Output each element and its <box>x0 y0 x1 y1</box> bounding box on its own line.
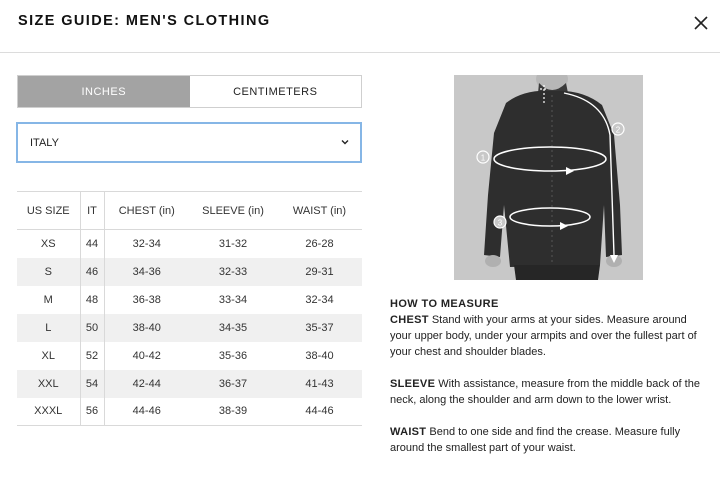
size-table: US SIZE IT CHEST (in) SLEEVE (in) WAIST … <box>17 191 362 426</box>
waist-instructions: WAIST Bend to one side and find the crea… <box>390 424 710 456</box>
us-size-cell: XL <box>41 349 55 362</box>
sleeve-cell: 34-35 <box>189 313 277 342</box>
table-row: L 50 38-40 34-35 35-37 <box>17 313 362 342</box>
column-header-us-size: US SIZE <box>17 191 80 230</box>
us-size-cell: XXXL <box>17 397 80 426</box>
waist-cell: 35-37 <box>277 313 362 342</box>
chest-cell: 44-46 <box>103 397 189 426</box>
unit-toggle: INCHES CENTIMETERS <box>17 75 362 108</box>
marker-2-label: 2 <box>616 126 621 135</box>
it-size-cell: 44 <box>79 229 104 258</box>
inches-tab[interactable]: INCHES <box>18 76 190 107</box>
chest-instructions: CHEST Stand with your arms at your sides… <box>390 312 710 360</box>
waist-cell: 32-34 <box>305 293 334 306</box>
sleeve-label: SLEEVE <box>390 378 436 390</box>
table-row: S 46 34-36 32-33 29-31 <box>17 257 362 286</box>
chest-text: Stand with your arms at your sides. Meas… <box>390 314 697 358</box>
sleeve-instructions: SLEEVE With assistance, measure from the… <box>390 376 710 408</box>
country-select-value: ITALY <box>30 136 59 149</box>
centimeters-tab[interactable]: CENTIMETERS <box>190 76 362 107</box>
table-header-row: US SIZE IT CHEST (in) SLEEVE (in) WAIST … <box>17 191 362 230</box>
waist-label: WAIST <box>390 426 427 438</box>
waist-cell: 44-46 <box>277 397 362 426</box>
chest-cell: 40-42 <box>103 341 189 370</box>
waist-cell: 38-40 <box>305 349 334 362</box>
marker-1-label: 1 <box>481 154 486 163</box>
us-size-cell: XXL <box>17 369 80 398</box>
column-header-waist: WAIST (in) <box>277 191 362 230</box>
table-row: XXL 54 42-44 36-37 41-43 <box>17 369 362 398</box>
table-row: XS 44 32-34 31-32 26-28 <box>17 229 362 258</box>
waist-text: Bend to one side and find the crease. Me… <box>390 426 681 454</box>
table-row: XL 52 40-42 35-36 38-40 <box>17 341 362 370</box>
close-icon <box>694 16 708 30</box>
it-size-cell: 48 <box>79 285 104 314</box>
how-to-measure-section: HOW TO MEASURE CHEST Stand with your arm… <box>390 296 710 456</box>
sleeve-cell: 33-34 <box>218 293 248 306</box>
it-size-cell: 54 <box>79 369 104 398</box>
modal-header: SIZE GUIDE: MEN'S CLOTHING <box>0 0 720 53</box>
how-to-measure-heading: HOW TO MEASURE <box>390 298 499 310</box>
chest-cell: 42-44 <box>103 369 189 398</box>
it-size-cell: 52 <box>79 341 104 370</box>
close-button[interactable] <box>690 12 712 34</box>
column-header-sleeve: SLEEVE (in) <box>189 191 277 230</box>
column-header-chest: CHEST (in) <box>103 191 189 230</box>
chest-cell: 38-40 <box>103 313 189 342</box>
chest-cell: 32-34 <box>103 229 189 258</box>
waist-cell: 41-43 <box>277 369 362 398</box>
us-size-cell: S <box>17 257 80 286</box>
table-row: XXXL 56 44-46 38-39 44-46 <box>17 397 362 426</box>
us-size-cell: XS <box>40 237 56 250</box>
waist-cell: 29-31 <box>277 257 362 286</box>
chest-label: CHEST <box>390 314 429 326</box>
page-title: SIZE GUIDE: MEN'S CLOTHING <box>18 13 271 29</box>
sleeve-cell: 32-33 <box>189 257 277 286</box>
measurement-illustration: 1 2 3 <box>454 75 643 280</box>
table-row: M 48 36-38 33-34 32-34 <box>17 285 362 314</box>
us-size-cell: L <box>17 313 80 342</box>
column-header-it: IT <box>79 191 104 230</box>
waist-cell: 26-28 <box>305 237 334 250</box>
it-size-cell: 56 <box>79 397 104 426</box>
it-size-cell: 46 <box>79 257 104 286</box>
marker-3-label: 3 <box>498 219 503 228</box>
sleeve-cell: 35-36 <box>218 349 248 362</box>
it-size-cell: 50 <box>79 313 104 342</box>
country-select[interactable]: ITALY <box>16 122 362 163</box>
us-size-cell: M <box>43 293 53 306</box>
chest-cell: 36-38 <box>103 285 189 314</box>
chest-cell: 34-36 <box>103 257 189 286</box>
jacket-back-figure: 1 2 3 <box>454 75 643 280</box>
chevron-down-icon <box>341 140 349 145</box>
sleeve-cell: 36-37 <box>189 369 277 398</box>
sleeve-cell: 31-32 <box>218 237 248 250</box>
sleeve-cell: 38-39 <box>189 397 277 426</box>
sleeve-text: With assistance, measure from the middle… <box>390 378 700 406</box>
